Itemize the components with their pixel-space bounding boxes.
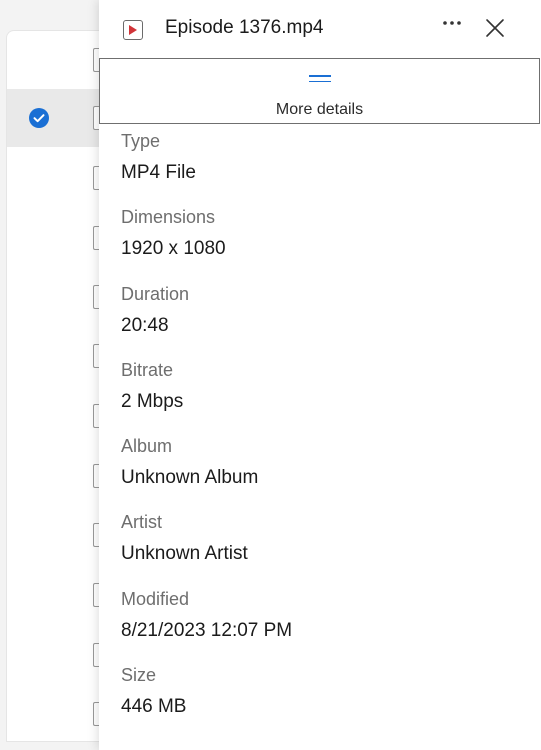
property-value: 20:48 (121, 314, 169, 336)
property-modified: Modified 8/21/2023 12:07 PM (121, 588, 521, 664)
property-artist: Artist Unknown Artist (121, 511, 521, 587)
checkmark-icon[interactable] (29, 108, 49, 128)
more-options-icon[interactable] (437, 12, 467, 36)
more-details-button[interactable]: More details (99, 58, 540, 124)
property-label: Album (121, 436, 173, 457)
video-file-icon (123, 20, 143, 40)
property-label: Duration (121, 283, 190, 304)
app-root: Episode 1376.mp4 More details Type MP4 F… (0, 0, 541, 750)
properties-list: Type MP4 File Dimensions 1920 x 1080 Dur… (121, 130, 521, 740)
property-value: MP4 File (121, 162, 196, 183)
details-header: Episode 1376.mp4 (99, 0, 541, 58)
property-value: 1920 x 1080 (121, 238, 226, 260)
property-value: Unknown Artist (121, 543, 248, 565)
property-label: Artist (121, 512, 163, 533)
property-value: 2 Mbps (121, 390, 184, 412)
property-value: 8/21/2023 12:07 PM (121, 619, 293, 641)
property-bitrate: Bitrate 2 Mbps (121, 359, 521, 435)
property-size: Size 446 MB (121, 664, 521, 740)
drag-handle-icon[interactable] (309, 75, 331, 83)
property-duration: Duration 20:48 (121, 283, 521, 359)
property-label: Size (121, 665, 157, 686)
property-dimensions: Dimensions 1920 x 1080 (121, 206, 521, 282)
property-type: Type MP4 File (121, 130, 521, 206)
property-label: Type (121, 131, 161, 151)
property-album: Album Unknown Album (121, 435, 521, 511)
property-label: Modified (121, 588, 190, 609)
property-label: Dimensions (121, 207, 216, 228)
details-pane: Episode 1376.mp4 More details Type MP4 F… (99, 0, 541, 750)
file-name-title: Episode 1376.mp4 (165, 17, 324, 38)
property-value: Unknown Album (121, 467, 259, 489)
close-icon[interactable] (483, 16, 507, 40)
property-label: Bitrate (121, 359, 174, 380)
more-details-label: More details (275, 101, 364, 118)
property-value: 446 MB (121, 696, 187, 718)
